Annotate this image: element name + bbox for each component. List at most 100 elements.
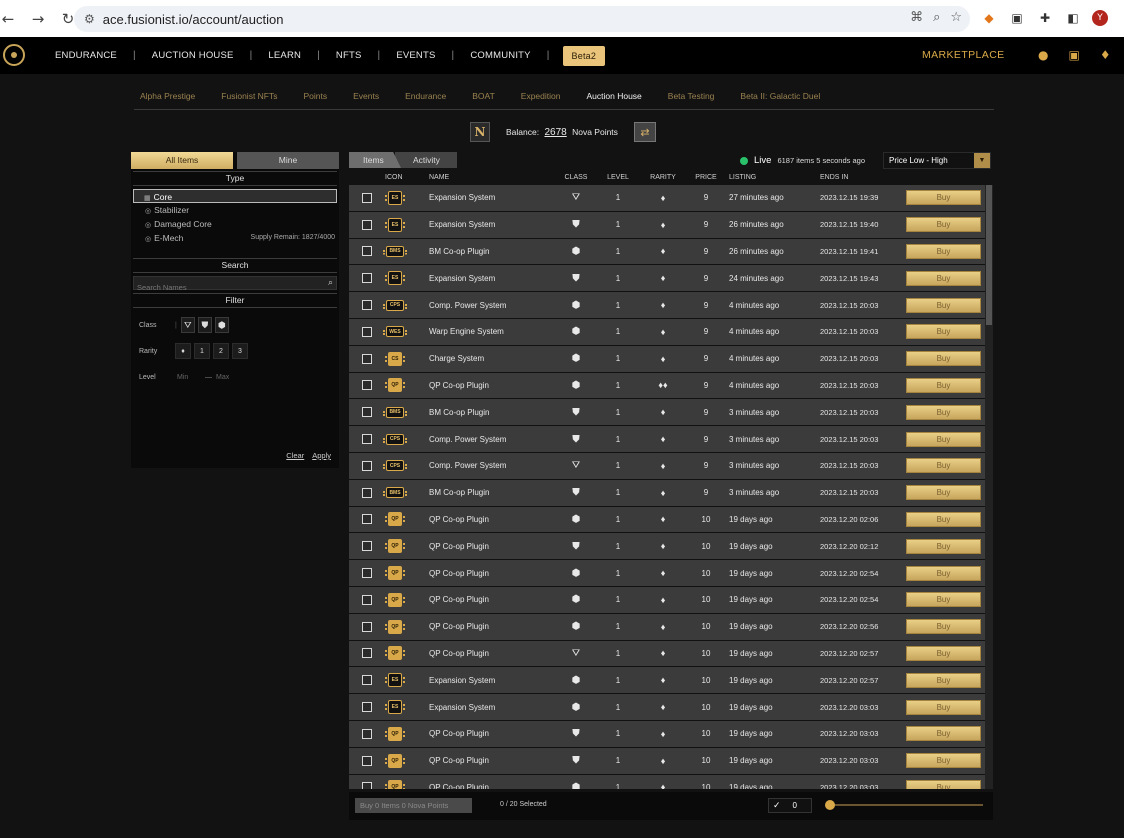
row-checkbox[interactable] — [362, 755, 372, 766]
forward-icon[interactable]: → — [26, 7, 50, 31]
table-row[interactable]: QP QP Co-op Plugin ⬢ 1 ♦ 10 19 days ago 2023.12… — [349, 560, 985, 587]
nav-nfts[interactable]: NFTS — [333, 50, 365, 61]
subnav-boat[interactable]: BOAT — [466, 88, 495, 109]
site-info-icon[interactable]: ⚙ — [84, 12, 95, 26]
table-row[interactable]: ES Expansion System ⛊ 1 ♦ 9 24 minutes ago 2023… — [349, 265, 985, 293]
buy-button[interactable]: Buy — [906, 404, 981, 420]
row-checkbox[interactable] — [362, 273, 372, 284]
nav-learn[interactable]: LEARN — [265, 50, 304, 61]
table-row[interactable]: QP QP Co-op Plugin ⛊ 1 ♦ 10 19 days ago 2023.12… — [349, 720, 985, 748]
profile-avatar[interactable]: Y — [1092, 10, 1108, 26]
subnav-points[interactable]: Points — [298, 88, 328, 109]
row-checkbox[interactable] — [362, 702, 372, 713]
table-row[interactable]: CPS Comp. Power System ⛊ 1 ♦ 9 3 minutes ago 20… — [349, 426, 985, 453]
search-icon[interactable]: ⌕ — [328, 277, 333, 288]
table-row[interactable]: QP QP Co-op Plugin ⬢ 1 ♦♦ 9 4 minutes ago 2023.… — [349, 372, 985, 400]
table-row[interactable]: ES Expansion System ⛛ 1 ♦ 9 27 minutes ago 2023… — [349, 185, 985, 212]
table-row[interactable]: BMS BM Co-op Plugin ⛊ 1 ♦ 9 3 minutes ago 2023.… — [349, 399, 985, 427]
back-icon[interactable]: ← — [0, 7, 20, 31]
buy-button[interactable]: Buy — [906, 431, 981, 447]
table-row[interactable]: BMS BM Co-op Plugin ⬢ 1 ♦ 9 26 minutes ago 2023… — [349, 238, 985, 266]
tab-mine[interactable]: Mine — [237, 152, 339, 169]
subnav-endurance[interactable]: Endurance — [399, 88, 446, 109]
table-row[interactable]: QP QP Co-op Plugin ⬢ 1 ♦ 10 19 days ago 2023.12… — [349, 586, 985, 614]
class-option-2-icon[interactable]: ⛊ — [197, 317, 212, 333]
extension-icon[interactable]: ▣ — [1008, 9, 1026, 27]
table-row[interactable]: CPS Comp. Power System ⬢ 1 ♦ 9 4 minutes ago 20… — [349, 292, 985, 319]
row-checkbox[interactable] — [362, 621, 372, 632]
buy-button[interactable]: Buy — [906, 726, 981, 742]
row-checkbox[interactable] — [362, 300, 372, 311]
type-item-damaged-core[interactable]: ◎ Damaged Core — [133, 217, 337, 231]
slider-knob[interactable] — [825, 800, 835, 810]
table-row[interactable]: ES Expansion System ⬢ 1 ♦ 10 19 days ago 2023.1… — [349, 694, 985, 721]
row-checkbox[interactable] — [362, 568, 372, 579]
rarity-option-2[interactable]: 2 — [213, 343, 229, 359]
tab-activity[interactable]: Activity — [395, 152, 457, 168]
buy-button[interactable]: Buy — [906, 243, 981, 259]
row-checkbox[interactable] — [362, 675, 372, 686]
row-checkbox[interactable] — [362, 353, 372, 364]
buy-button[interactable]: Buy — [906, 324, 981, 340]
buy-button[interactable]: Buy — [906, 511, 981, 527]
row-checkbox[interactable] — [362, 380, 372, 391]
type-item-stabilizer[interactable]: ◎ Stabilizer — [133, 203, 337, 217]
row-checkbox[interactable] — [362, 407, 372, 418]
scrollbar[interactable] — [985, 185, 993, 789]
bell-icon[interactable]: ♦ — [1100, 48, 1111, 62]
table-row[interactable]: QP QP Co-op Plugin ⛊ 1 ♦ 10 19 days ago 2023.12… — [349, 747, 985, 775]
search-input[interactable] — [134, 281, 314, 294]
wallet-icon[interactable]: ▣ — [1068, 48, 1079, 62]
subnav-beta-testing[interactable]: Beta Testing — [662, 88, 715, 109]
subnav-fusionist-nfts[interactable]: Fusionist NFTs — [215, 88, 277, 109]
level-min-input[interactable]: Min — [177, 374, 201, 381]
type-item-core[interactable]: ▦ Core — [133, 189, 337, 203]
row-checkbox[interactable] — [362, 514, 372, 525]
level-max-input[interactable]: Max — [216, 374, 240, 381]
table-row[interactable]: QP QP Co-op Plugin ⬢ 1 ♦ 10 19 days ago 2023.12… — [349, 613, 985, 641]
buy-button[interactable]: Buy — [906, 458, 981, 474]
table-row[interactable]: QP QP Co-op Plugin ⛊ 1 ♦ 10 19 days ago 2023.12… — [349, 533, 985, 561]
class-option-3-icon[interactable]: ⬢ — [214, 317, 229, 333]
table-row[interactable]: QP QP Co-op Plugin ⬢ 1 ♦ 10 19 days ago 2023.12… — [349, 774, 985, 789]
clear-button[interactable]: Clear — [286, 451, 304, 460]
nav-community[interactable]: COMMUNITY — [467, 50, 533, 61]
browser-menu-icon[interactable]: ⋮ — [1118, 9, 1124, 27]
table-row[interactable]: QP QP Co-op Plugin ⛛ 1 ♦ 10 19 days ago 2023.12… — [349, 640, 985, 668]
row-checkbox[interactable] — [362, 192, 372, 203]
scrollbar-thumb[interactable] — [986, 185, 992, 325]
buy-button[interactable]: Buy — [906, 645, 981, 661]
buy-button[interactable]: Buy — [906, 485, 981, 501]
table-row[interactable]: QP QP Co-op Plugin ⬢ 1 ♦ 10 19 days ago 2023.12… — [349, 506, 985, 534]
buy-button[interactable]: Buy — [906, 699, 981, 715]
table-row[interactable]: ES Expansion System ⬢ 1 ♦ 10 19 days ago 2023.1… — [349, 667, 985, 695]
nav-endurance[interactable]: ENDURANCE — [52, 50, 120, 61]
row-checkbox[interactable] — [362, 326, 372, 337]
chevron-down-icon[interactable]: ▼ — [974, 153, 990, 168]
class-option-1-icon[interactable]: ⛛ — [180, 317, 195, 333]
sidepanel-icon[interactable]: ◧ — [1064, 9, 1082, 27]
nav-auction-house[interactable]: AUCTION HOUSE — [149, 50, 237, 61]
bookmark-star-icon[interactable]: ☆ — [950, 10, 962, 25]
beta2-button[interactable]: Beta2 — [562, 45, 606, 66]
nav-events[interactable]: EVENTS — [393, 50, 438, 61]
row-checkbox[interactable] — [362, 460, 372, 471]
tab-all-items[interactable]: All Items — [131, 152, 233, 169]
row-checkbox[interactable] — [362, 728, 372, 739]
table-row[interactable]: BMS BM Co-op Plugin ⛊ 1 ♦ 9 3 minutes ago 2023.… — [349, 479, 985, 507]
subnav-alpha-prestige[interactable]: Alpha Prestige — [134, 88, 195, 109]
row-checkbox[interactable] — [362, 782, 372, 789]
row-checkbox[interactable] — [362, 541, 372, 552]
buy-button[interactable]: Buy — [906, 217, 981, 233]
apply-button[interactable]: Apply — [312, 451, 331, 460]
subnav-expedition[interactable]: Expedition — [515, 88, 561, 109]
diamond-icon[interactable]: ♦ — [175, 343, 191, 359]
buy-button[interactable]: Buy — [906, 672, 981, 688]
address-bar[interactable]: ⚙ ace.fusionist.io/account/auction ⌘ ⌕ ☆ — [74, 6, 970, 32]
row-checkbox[interactable] — [362, 648, 372, 659]
swap-icon[interactable]: ⇄ — [633, 122, 656, 142]
row-checkbox[interactable] — [362, 219, 372, 230]
zoom-icon[interactable]: ⌕ — [933, 10, 940, 25]
row-checkbox[interactable] — [362, 594, 372, 605]
table-row[interactable]: WES Warp Engine System ⬢ 1 ♦ 9 4 minutes ago 20… — [349, 318, 985, 346]
